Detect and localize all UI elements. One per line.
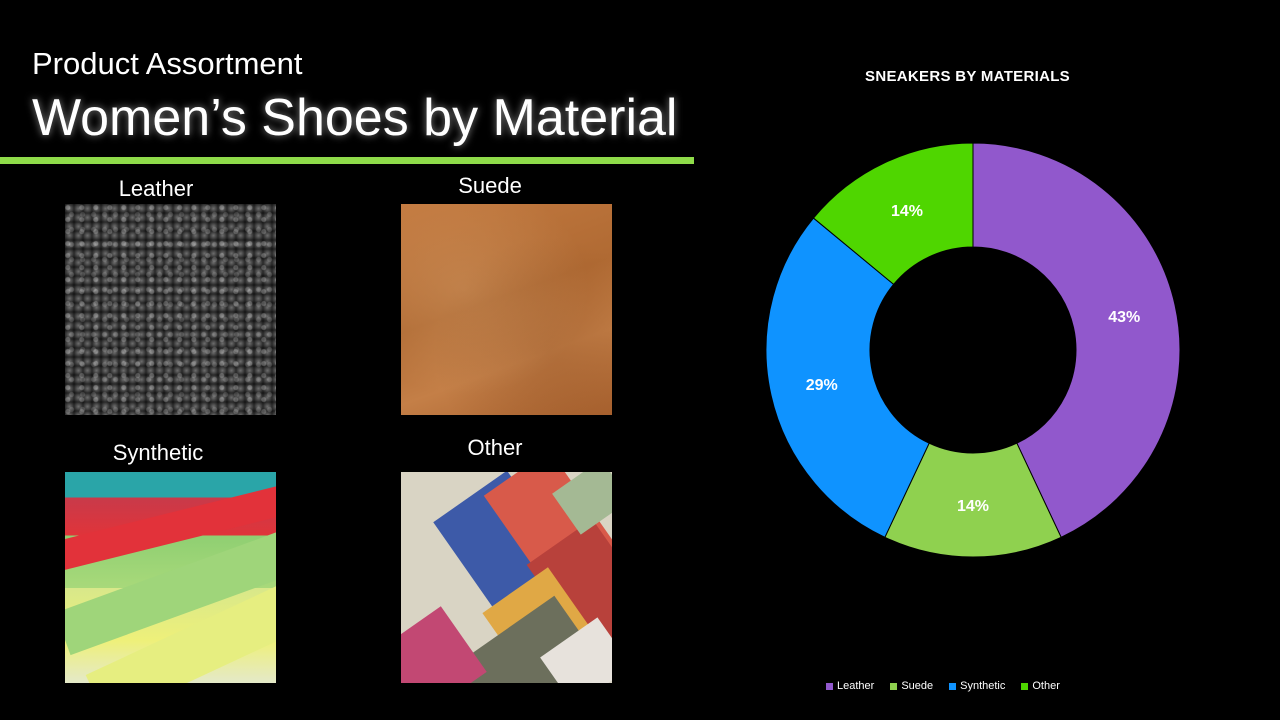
legend-label: Synthetic [960,680,1006,692]
data-label-suede: 14% [957,498,989,515]
legend-swatch [890,682,898,690]
legend-swatch [826,682,833,690]
data-label-leather: 43% [1108,309,1140,326]
legend-label: Leather [837,680,875,692]
page-title: Women’s Shoes by Material [32,89,678,147]
legend-item-leather: Leather [826,680,874,692]
chart-title: SNEAKERS BY MATERIALS [865,68,1070,85]
synthetic-fabric-image [65,472,276,683]
legend-item-suede: Suede [890,680,933,692]
swatch-label-suede: Suede [458,173,522,198]
legend-swatch [1021,682,1029,690]
swatch-label-leather: Leather [118,176,194,201]
leather-texture-image [65,204,276,415]
legend-item-other: Other [1021,680,1060,692]
data-label-other: 14% [891,203,923,220]
suede-texture-image [401,204,612,415]
swatch-label-other: Other [467,435,523,460]
title-accent-bar [0,157,694,164]
fabric-samples-image [401,472,612,683]
legend-label: Suede [901,680,934,692]
swatch-label-synthetic: Synthetic [112,440,204,465]
page-subtitle: Product Assortment [32,46,303,81]
legend-swatch [949,682,957,690]
donut-chart: 43% 14% 29% 14% [765,142,1181,558]
legend-item-synthetic: Synthetic [949,680,1005,692]
legend-label: Other [1032,680,1060,692]
data-label-synthetic: 29% [806,377,838,394]
chart-legend: Leather Suede Synthetic Other [826,680,1060,692]
